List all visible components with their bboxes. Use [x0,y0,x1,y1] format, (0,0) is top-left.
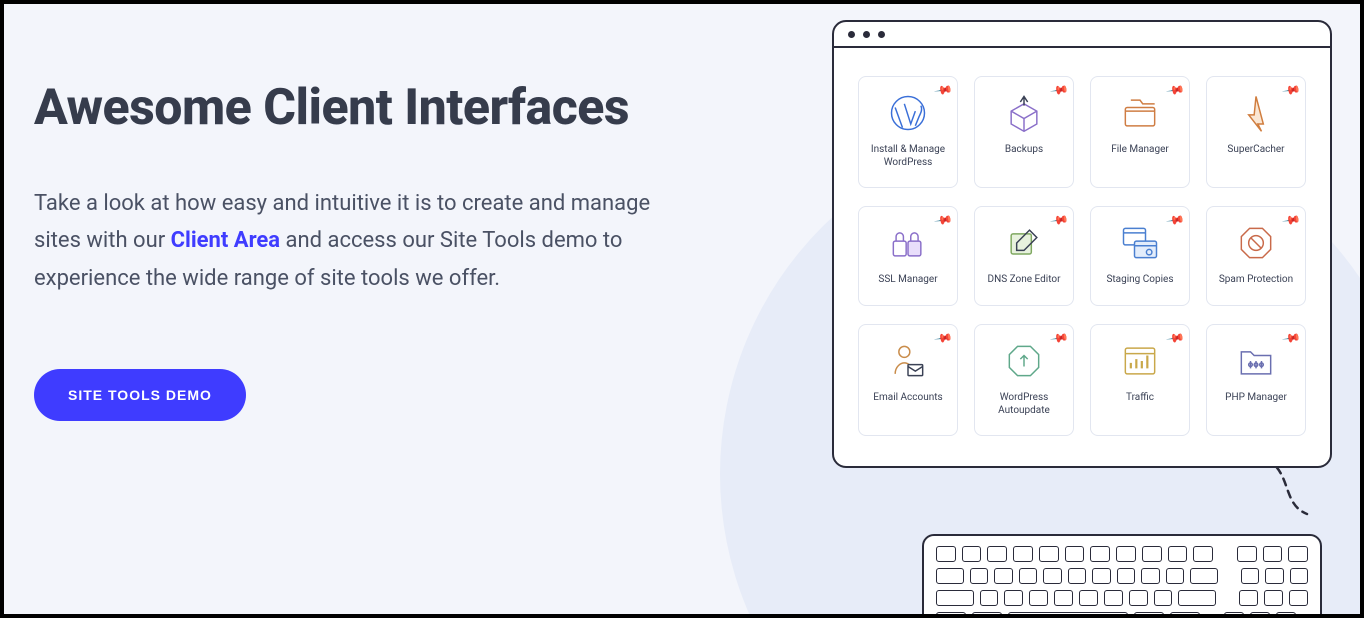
tile-label: PHP Manager [1221,391,1291,404]
body-text: Take a look at how easy and intuitive it… [34,185,674,297]
pin-icon: 📌 [933,80,953,100]
tile-backups[interactable]: 📌 Backups [974,76,1074,188]
headline: Awesome Client Interfaces [34,80,674,137]
pin-icon: 📌 [1165,210,1185,230]
staging-icon [1118,221,1162,265]
tile-label: Install & Manage WordPress [865,143,951,169]
php-manager-icon [1234,339,1278,383]
tile-label: Spam Protection [1215,273,1297,286]
pin-icon: 📌 [1049,210,1069,230]
autoupdate-icon [1002,339,1046,383]
window-dot-icon [863,31,870,38]
tile-label: DNS Zone Editor [984,273,1065,286]
tile-label: SSL Manager [874,273,941,286]
dns-icon [1002,221,1046,265]
tools-grid: 📌 Install & Manage WordPress 📌 [834,48,1330,456]
tile-ssl-manager[interactable]: 📌 SSL Manager [858,206,958,306]
pin-icon: 📌 [1049,80,1069,100]
tile-label: WordPress Autoupdate [981,391,1067,417]
tile-label: Backups [1001,143,1047,156]
tile-email-accounts[interactable]: 📌 Email Accounts [858,324,958,436]
site-tools-demo-button[interactable]: SITE TOOLS DEMO [34,369,246,421]
window-titlebar [834,22,1330,48]
tile-wordpress-autoupdate[interactable]: 📌 WordPress Autoupdate [974,324,1074,436]
supercacher-icon [1234,91,1278,135]
backups-icon [1002,91,1046,135]
pin-icon: 📌 [933,328,953,348]
email-accounts-icon [886,339,930,383]
traffic-icon [1118,339,1162,383]
ssl-icon [886,221,930,265]
file-manager-icon [1118,91,1162,135]
tile-staging-copies[interactable]: 📌 Staging Copies [1090,206,1190,306]
tile-label: Email Accounts [869,391,946,404]
spam-icon [1234,221,1278,265]
tile-wordpress-install[interactable]: 📌 Install & Manage WordPress [858,76,958,188]
keyboard-illustration [922,510,1332,614]
tile-file-manager[interactable]: 📌 File Manager [1090,76,1190,188]
site-tools-window: 📌 Install & Manage WordPress 📌 [832,20,1332,468]
tile-dns-editor[interactable]: 📌 DNS Zone Editor [974,206,1074,306]
pin-icon: 📌 [1165,328,1185,348]
pin-icon: 📌 [1165,80,1185,100]
tile-label: Traffic [1122,391,1158,404]
tile-supercacher[interactable]: 📌 SuperCacher [1206,76,1306,188]
tile-php-manager[interactable]: 📌 PHP Manager [1206,324,1306,436]
keyboard-icon [922,534,1322,614]
tile-traffic[interactable]: 📌 Traffic [1090,324,1190,436]
tile-label: SuperCacher [1223,143,1288,156]
window-dot-icon [878,31,885,38]
pin-icon: 📌 [1281,80,1301,100]
pin-icon: 📌 [1049,328,1069,348]
pin-icon: 📌 [1281,210,1301,230]
tile-label: Staging Copies [1102,273,1177,286]
window-dot-icon [848,31,855,38]
wordpress-icon [886,91,930,135]
client-area-link[interactable]: Client Area [171,228,280,253]
hero-copy: Awesome Client Interfaces Take a look at… [34,80,674,421]
tile-label: File Manager [1107,143,1173,156]
tile-spam-protection[interactable]: 📌 Spam Protection [1206,206,1306,306]
pin-icon: 📌 [933,210,953,230]
pin-icon: 📌 [1281,328,1301,348]
